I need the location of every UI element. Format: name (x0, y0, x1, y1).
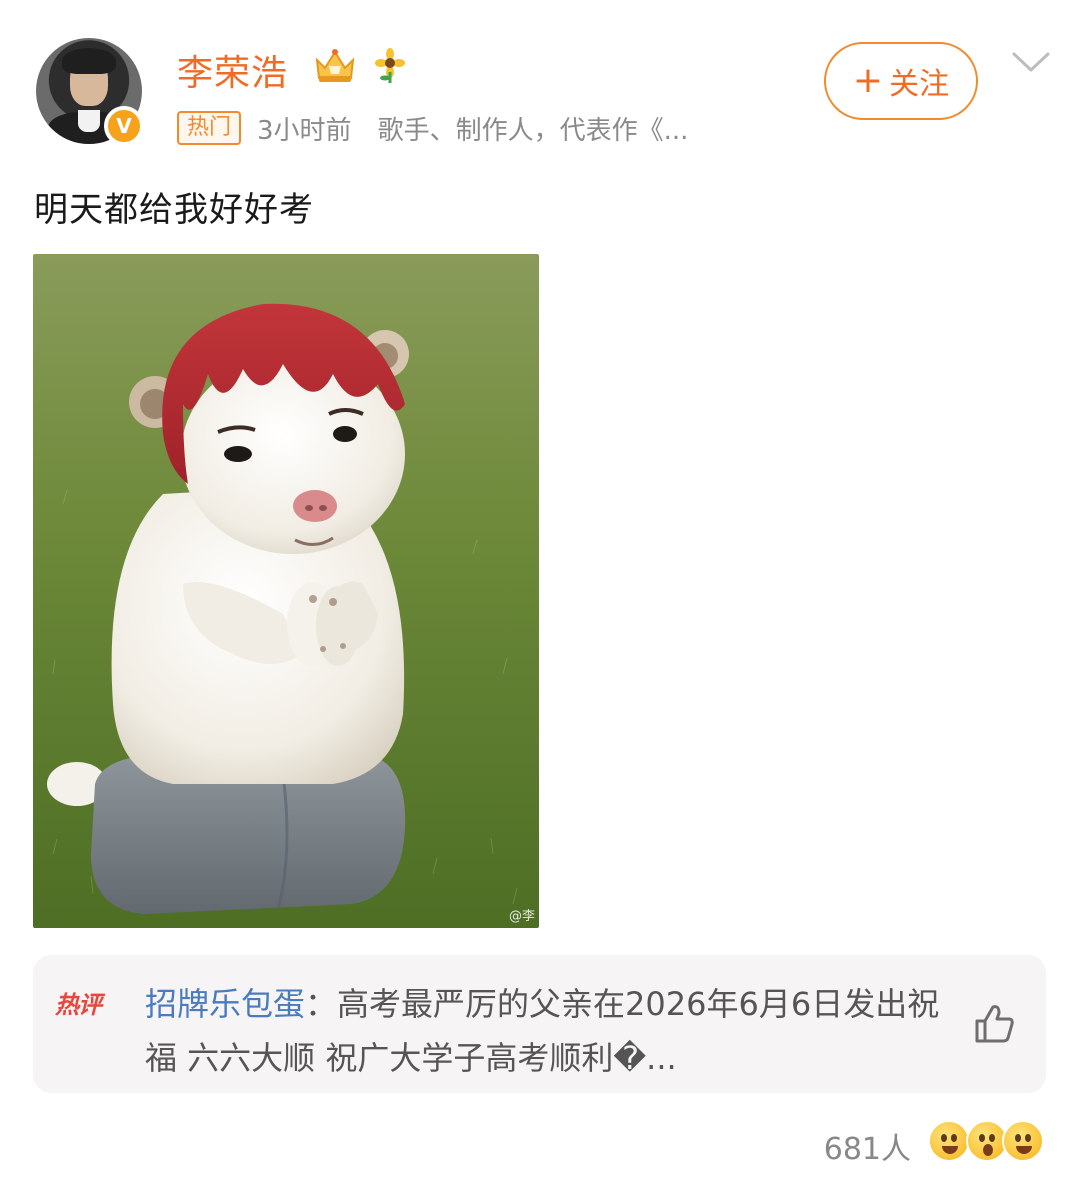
verified-badge-letter: V (116, 114, 132, 138)
verified-badge-icon: V (104, 106, 144, 146)
hot-comment-author[interactable]: 招牌乐包蛋 (145, 985, 305, 1023)
sunflower-icon[interactable] (372, 48, 408, 84)
plus-icon: + (852, 60, 884, 101)
avatar-hair (62, 48, 116, 74)
hot-comment-text: 招牌乐包蛋：高考最严厉的父亲在2026年6月6日发出祝福 六六大顺 祝广大学子高… (145, 977, 945, 1085)
author-description: 歌手、制作人，代表作《... (377, 115, 689, 146)
crown-badge-icon[interactable] (311, 44, 359, 86)
image-watermark: @李 (508, 909, 535, 924)
post-text: 明天都给我好好考 (34, 190, 314, 230)
post-footer: 681人 (0, 1114, 1079, 1174)
post-photo (33, 254, 539, 928)
post-image[interactable]: @李 (33, 254, 539, 928)
post-header: V 李荣浩 热门 3小时前 歌手、制作人，代表作《... + 关注 (0, 0, 1079, 160)
post-meta: 热门 3小时前 歌手、制作人，代表作《... (177, 110, 688, 146)
thumb-up-icon[interactable] (971, 1001, 1017, 1047)
avatar-collar (78, 110, 100, 132)
hot-comment-card[interactable]: 热评 招牌乐包蛋：高考最严厉的父亲在2026年6月6日发出祝福 六六大顺 祝广大… (33, 955, 1046, 1093)
reaction-count[interactable]: 681人 (824, 1124, 911, 1168)
hot-badge: 热门 (177, 111, 242, 145)
follow-label: 关注 (889, 67, 950, 102)
laughing-emoji-icon[interactable] (928, 1120, 970, 1162)
username[interactable]: 李荣浩 (177, 44, 288, 96)
post-time: 3小时前 (257, 115, 352, 146)
chevron-down-icon[interactable] (1010, 48, 1052, 78)
follow-button[interactable]: + 关注 (824, 42, 978, 120)
grinning-emoji-icon[interactable] (1002, 1120, 1044, 1162)
hot-comment-tag: 热评 (55, 991, 102, 1019)
hot-comment-separator: ： (305, 985, 338, 1023)
